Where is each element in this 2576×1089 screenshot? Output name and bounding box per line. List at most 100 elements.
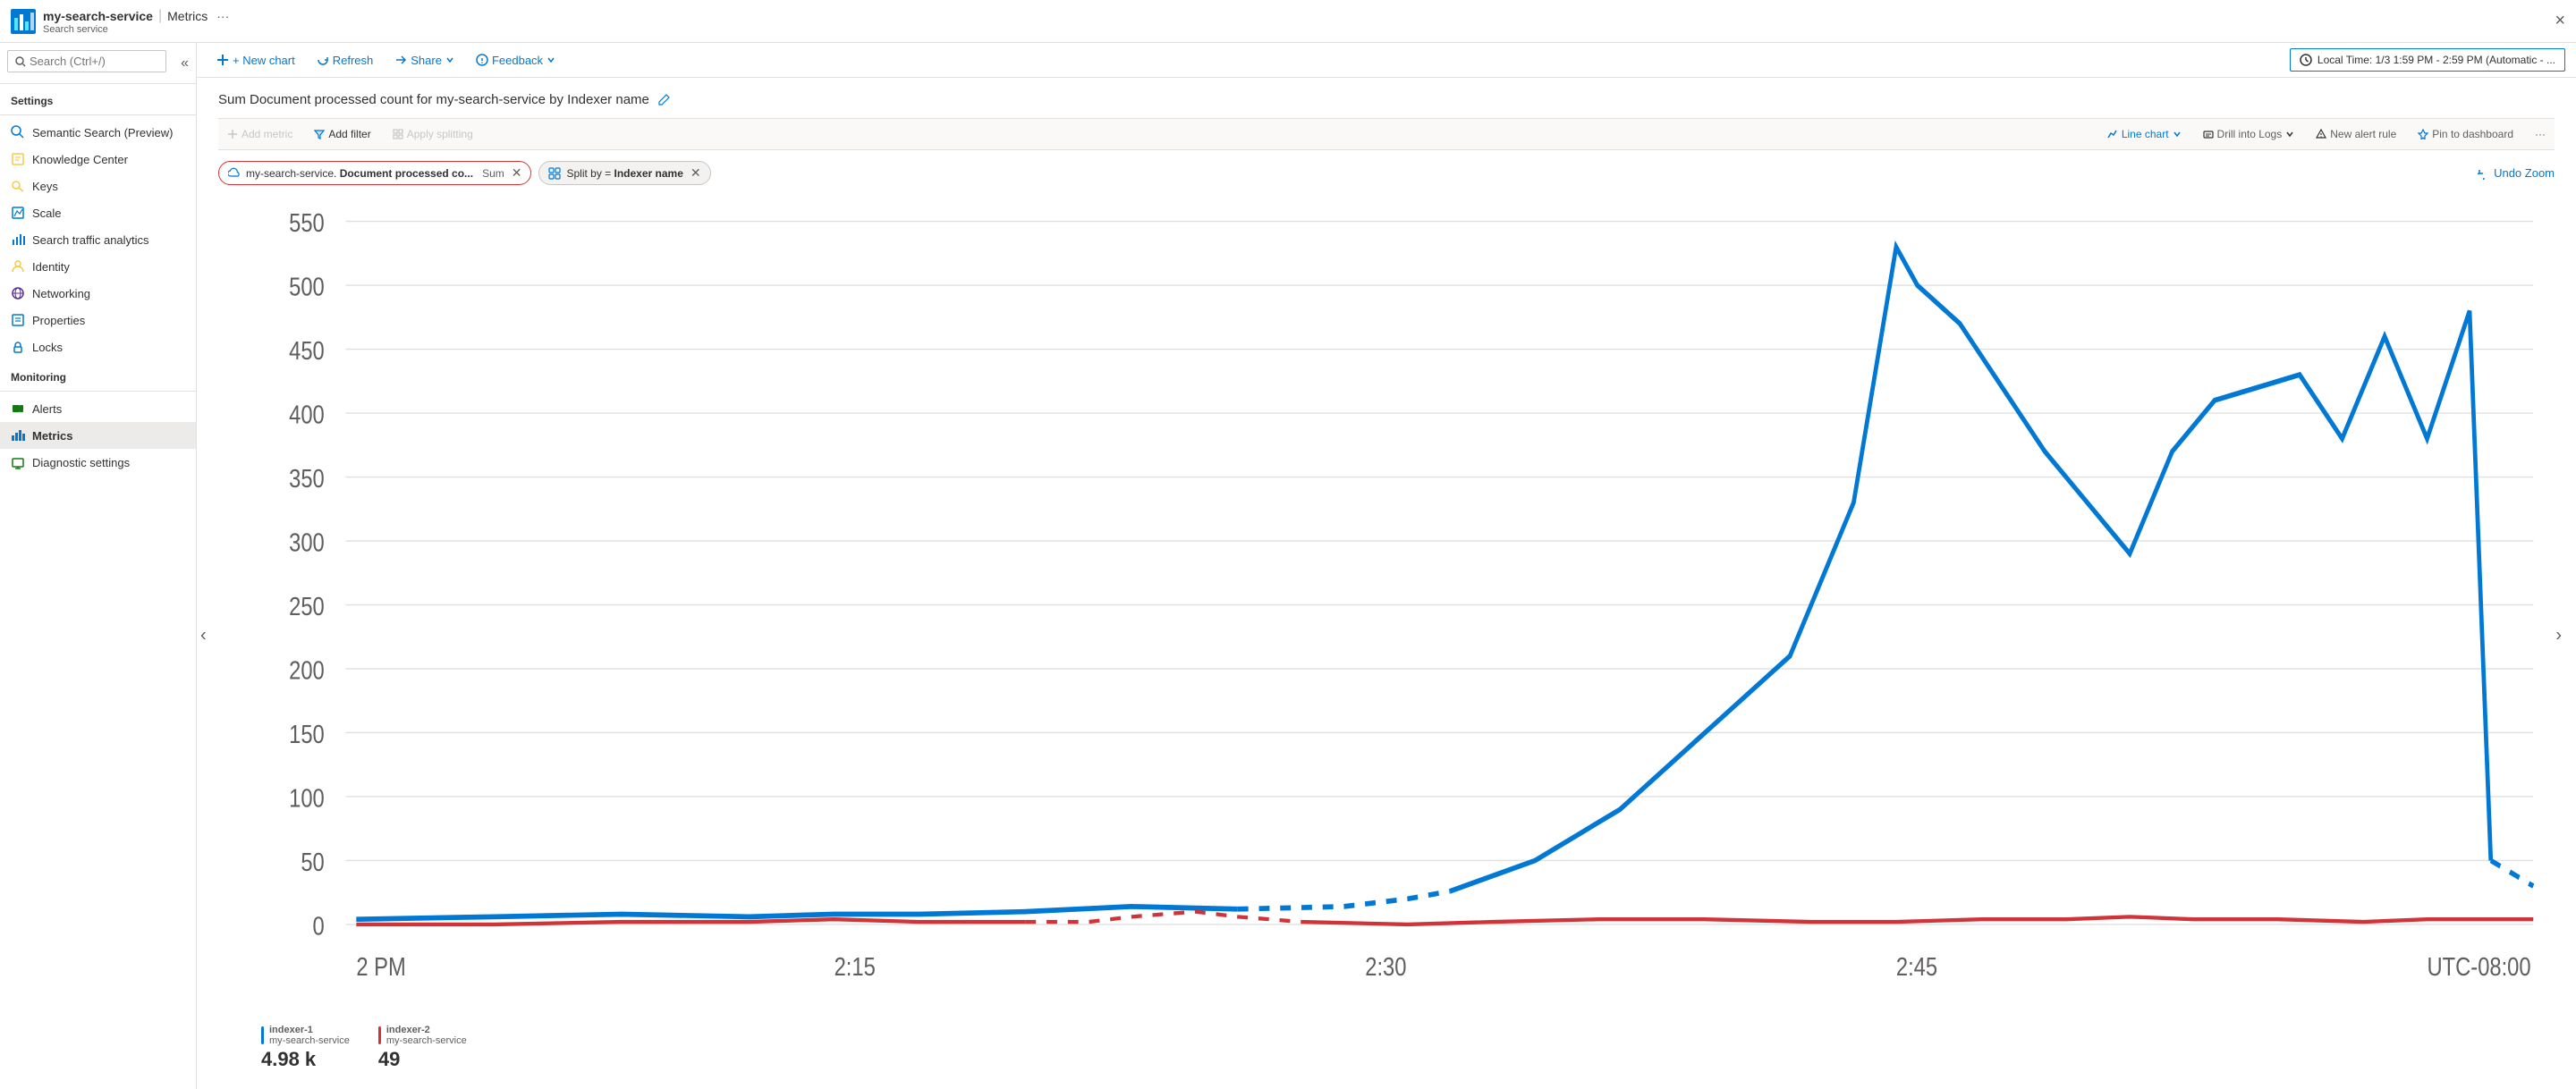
chart-title-row: Sum Document processed count for my-sear… — [218, 92, 2555, 107]
properties-icon — [11, 313, 25, 327]
new-chart-button[interactable]: + New chart — [208, 49, 304, 72]
share-chevron-icon — [445, 55, 454, 64]
svg-text:300: 300 — [289, 528, 325, 557]
alerts-icon — [11, 401, 25, 416]
clock-icon — [2300, 54, 2312, 66]
monitoring-section-label: Monitoring — [0, 360, 196, 387]
more-options-button[interactable]: ··· — [2526, 124, 2555, 144]
diagnostic-icon — [11, 455, 25, 469]
apply-splitting-button[interactable]: Apply splitting — [384, 124, 482, 144]
indexer1-color — [261, 1026, 264, 1044]
sidebar-label-search-traffic: Search traffic analytics — [32, 233, 149, 247]
sidebar-item-keys[interactable]: Keys — [0, 173, 196, 199]
add-metric-button[interactable]: Add metric — [218, 124, 301, 144]
monitoring-divider — [0, 391, 196, 392]
feedback-button[interactable]: Feedback — [467, 49, 564, 72]
pill1-close[interactable]: ✕ — [512, 165, 522, 181]
legend-item-indexer1: indexer-1 my-search-service 4.98 k — [261, 1025, 350, 1071]
cloud-icon — [228, 167, 241, 180]
pill2-close[interactable]: ✕ — [691, 165, 701, 181]
collapse-sidebar-button[interactable]: « — [174, 52, 196, 75]
chart-nav-right[interactable]: › — [2555, 625, 2562, 646]
plus-icon — [216, 54, 229, 66]
add-filter-label: Add filter — [328, 128, 370, 140]
split-pill[interactable]: Split by = Indexer name ✕ — [538, 161, 710, 185]
sidebar-item-metrics[interactable]: Metrics — [0, 422, 196, 449]
metric-pill[interactable]: my-search-service. Document processed co… — [218, 161, 531, 185]
page-title: Metrics — [167, 9, 208, 23]
pin-icon — [2418, 129, 2428, 139]
undo-zoom-button[interactable]: Undo Zoom — [2478, 166, 2555, 180]
svg-text:400: 400 — [289, 400, 325, 429]
svg-text:UTC-08:00: UTC-08:00 — [2428, 952, 2531, 982]
line-chart-label: Line chart — [2122, 128, 2169, 140]
filter-icon — [314, 129, 325, 139]
scale-icon — [11, 206, 25, 220]
sidebar-label-keys: Keys — [32, 180, 58, 193]
chart-edit-icon[interactable] — [657, 93, 671, 107]
sidebar-label-locks: Locks — [32, 341, 63, 354]
sidebar-item-diagnostic[interactable]: Diagnostic settings — [0, 449, 196, 476]
sidebar-item-semantic-search[interactable]: Semantic Search (Preview) — [0, 119, 196, 146]
sidebar-item-alerts[interactable]: Alerts — [0, 395, 196, 422]
alert-rule-icon — [2316, 129, 2326, 139]
sidebar-item-locks[interactable]: Locks — [0, 333, 196, 360]
refresh-label: Refresh — [333, 54, 374, 67]
svg-text:2:30: 2:30 — [1365, 952, 1406, 982]
search-input[interactable] — [30, 55, 158, 68]
settings-section-label: Settings — [0, 84, 196, 111]
share-icon — [394, 54, 407, 66]
sidebar-item-search-traffic[interactable]: Search traffic analytics — [0, 226, 196, 253]
refresh-icon — [317, 54, 329, 66]
app-logo: my-search-service | Metrics ··· Search s… — [11, 8, 229, 35]
legend-item-indexer2: indexer-2 my-search-service 49 — [378, 1025, 467, 1071]
svg-text:50: 50 — [301, 848, 324, 877]
search-traffic-icon — [11, 232, 25, 247]
sidebar-item-identity[interactable]: Identity — [0, 253, 196, 280]
indexer1-value: 4.98 k — [261, 1048, 350, 1071]
chart-svg: 550 500 450 400 350 300 250 200 150 100 … — [218, 196, 2555, 1014]
ellipsis-btn[interactable]: ··· — [216, 9, 229, 23]
svg-text:500: 500 — [289, 272, 325, 301]
new-alert-rule-button[interactable]: New alert rule — [2307, 124, 2405, 144]
sidebar-label-identity: Identity — [32, 260, 70, 274]
svg-text:450: 450 — [289, 336, 325, 366]
chart-legend: indexer-1 my-search-service 4.98 k index… — [218, 1014, 2555, 1075]
main-content: + New chart Refresh Share Feedback Local… — [197, 43, 2576, 1089]
pin-dashboard-button[interactable]: Pin to dashboard — [2409, 124, 2522, 144]
indexer2-label: indexer-2 — [386, 1025, 467, 1035]
drill-logs-label: Drill into Logs — [2217, 128, 2283, 140]
undo-icon — [2478, 167, 2490, 180]
service-name: my-search-service — [43, 9, 153, 23]
sidebar-label-diagnostic: Diagnostic settings — [32, 456, 130, 469]
indexer2-sublabel: my-search-service — [386, 1035, 467, 1046]
chart-area: 550 500 450 400 350 300 250 200 150 100 … — [218, 196, 2555, 1014]
sidebar-label-metrics: Metrics — [32, 429, 73, 443]
apply-splitting-label: Apply splitting — [407, 128, 473, 140]
locks-icon — [11, 340, 25, 354]
main-toolbar: + New chart Refresh Share Feedback Local… — [197, 43, 2576, 78]
refresh-button[interactable]: Refresh — [308, 49, 383, 72]
split-icon — [548, 167, 561, 180]
indexer2-value: 49 — [378, 1048, 467, 1071]
svg-text:2:45: 2:45 — [1896, 952, 1937, 982]
line-chart-chevron — [2173, 130, 2182, 139]
sidebar-item-scale[interactable]: Scale — [0, 199, 196, 226]
svg-text:2:15: 2:15 — [835, 952, 876, 982]
sidebar-item-networking[interactable]: Networking — [0, 280, 196, 307]
networking-icon — [11, 286, 25, 300]
close-button[interactable]: × — [2555, 11, 2565, 31]
sidebar-label-semantic: Semantic Search (Preview) — [32, 126, 174, 139]
chart-nav-left[interactable]: ‹ — [200, 625, 207, 646]
svg-text:250: 250 — [289, 592, 325, 621]
time-range-button[interactable]: Local Time: 1/3 1:59 PM - 2:59 PM (Autom… — [2290, 48, 2565, 72]
sidebar-search-box[interactable] — [7, 50, 166, 72]
drill-logs-button[interactable]: Drill into Logs — [2194, 124, 2304, 144]
share-button[interactable]: Share — [386, 49, 463, 72]
line-chart-button[interactable]: Line chart — [2098, 124, 2190, 144]
sidebar-label-properties: Properties — [32, 314, 85, 327]
add-filter-button[interactable]: Add filter — [305, 124, 379, 144]
sidebar-item-properties[interactable]: Properties — [0, 307, 196, 333]
sidebar-item-knowledge-center[interactable]: Knowledge Center — [0, 146, 196, 173]
svg-text:2 PM: 2 PM — [356, 952, 405, 982]
